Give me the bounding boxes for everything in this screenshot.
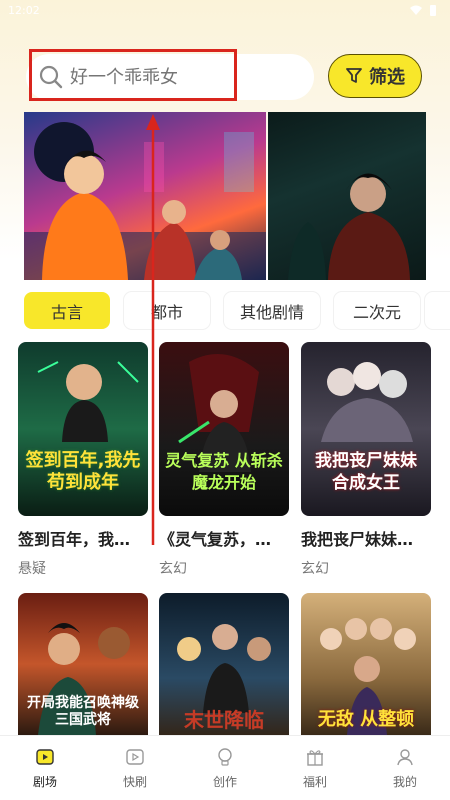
- drama-genre: 玄幻: [159, 561, 187, 577]
- drama-card[interactable]: 无敌 从整顿: [301, 593, 431, 735]
- banner-image-main[interactable]: [24, 112, 266, 280]
- status-time: 12:02: [8, 3, 40, 17]
- drama-cover[interactable]: 无敌 从整顿: [301, 593, 431, 735]
- filter-button[interactable]: 筛选: [328, 54, 422, 98]
- tab-label: 剧场: [32, 774, 57, 789]
- status-icons: [410, 4, 436, 16]
- tag-label: 其他剧情: [239, 302, 304, 322]
- theater-icon: [36, 748, 54, 765]
- battery-icon: [430, 4, 436, 16]
- drama-cover[interactable]: 开局我能召唤神级三国武将: [18, 593, 148, 735]
- drama-card[interactable]: 签到百年,我先苟到成年 签到百年，我… 悬疑: [18, 342, 148, 578]
- cover-title: 我把丧尸妹妹 合成女王: [315, 451, 417, 493]
- tag-more[interactable]: [425, 292, 450, 329]
- drama-card[interactable]: 我把丧尸妹妹 合成女王 我把丧尸妹妹… 玄幻: [301, 342, 431, 578]
- drama-title: 《灵气复苏，…: [159, 530, 272, 549]
- tab-label: 我的: [392, 774, 417, 789]
- cover-title: 末世降临: [184, 708, 264, 732]
- drama-card[interactable]: 灵气复苏 从斩杀魔龙开始 《灵气复苏，… 玄幻: [159, 342, 289, 578]
- drama-card[interactable]: 开局我能召唤神级三国武将: [18, 593, 148, 735]
- wifi-icon: [410, 5, 422, 15]
- tab-mine[interactable]: 我的: [365, 747, 445, 790]
- tag-ancient[interactable]: 古言: [24, 292, 110, 329]
- drama-genre: 悬疑: [18, 561, 46, 577]
- category-tabs: 古言 都市 其他剧情 二次元: [24, 292, 420, 329]
- banner-illustration-2: [288, 173, 410, 280]
- drama-title: 我把丧尸妹妹…: [301, 530, 414, 549]
- tag-anime[interactable]: 二次元: [334, 292, 420, 329]
- tab-create[interactable]: 创作: [185, 747, 265, 790]
- tag-label: 都市: [150, 302, 183, 322]
- drama-cover[interactable]: 签到百年,我先苟到成年: [18, 342, 148, 516]
- search-box[interactable]: [26, 54, 314, 100]
- play-icon: [126, 748, 144, 765]
- tab-label: 福利: [302, 774, 327, 789]
- drama-cover[interactable]: 我把丧尸妹妹 合成女王: [301, 342, 431, 516]
- drama-card[interactable]: 末世降临: [159, 593, 289, 735]
- drama-cover[interactable]: 灵气复苏 从斩杀魔龙开始: [159, 342, 289, 516]
- tag-label: 二次元: [352, 302, 401, 322]
- cover-title: 签到百年,我先苟到成年: [25, 450, 141, 493]
- filter-label: 筛选: [369, 67, 405, 88]
- search-icon: [39, 65, 63, 89]
- tab-quick[interactable]: 快刷: [95, 747, 175, 790]
- search-input[interactable]: [70, 66, 290, 88]
- drama-genre: 玄幻: [301, 561, 329, 577]
- drama-title: 签到百年，我…: [18, 530, 131, 549]
- tab-label: 创作: [212, 774, 237, 789]
- status-bar: 12:02: [0, 0, 450, 20]
- drama-cover[interactable]: 末世降临: [159, 593, 289, 735]
- gift-icon: [307, 749, 323, 766]
- bulb-icon: [218, 747, 232, 766]
- cover-title: 灵气复苏 从斩杀魔龙开始: [165, 451, 283, 492]
- tag-other-drama[interactable]: 其他剧情: [224, 292, 320, 329]
- cover-title: 开局我能召唤神级三国武将: [27, 695, 139, 728]
- cover-title: 无敌 从整顿: [317, 709, 415, 730]
- banner-image-secondary[interactable]: [268, 112, 426, 280]
- banner-carousel[interactable]: [24, 112, 426, 280]
- filter-icon: [346, 68, 362, 83]
- tab-label: 快刷: [122, 774, 147, 789]
- user-icon: [397, 748, 413, 765]
- banner-illustration: [24, 122, 266, 280]
- tag-label: 古言: [50, 302, 83, 322]
- tab-theater[interactable]: 剧场: [5, 747, 85, 790]
- tab-welfare[interactable]: 福利: [275, 747, 355, 790]
- bottom-tab-bar: 剧场 快刷 创作 福利 我的: [0, 735, 450, 800]
- tag-urban[interactable]: 都市: [124, 292, 210, 329]
